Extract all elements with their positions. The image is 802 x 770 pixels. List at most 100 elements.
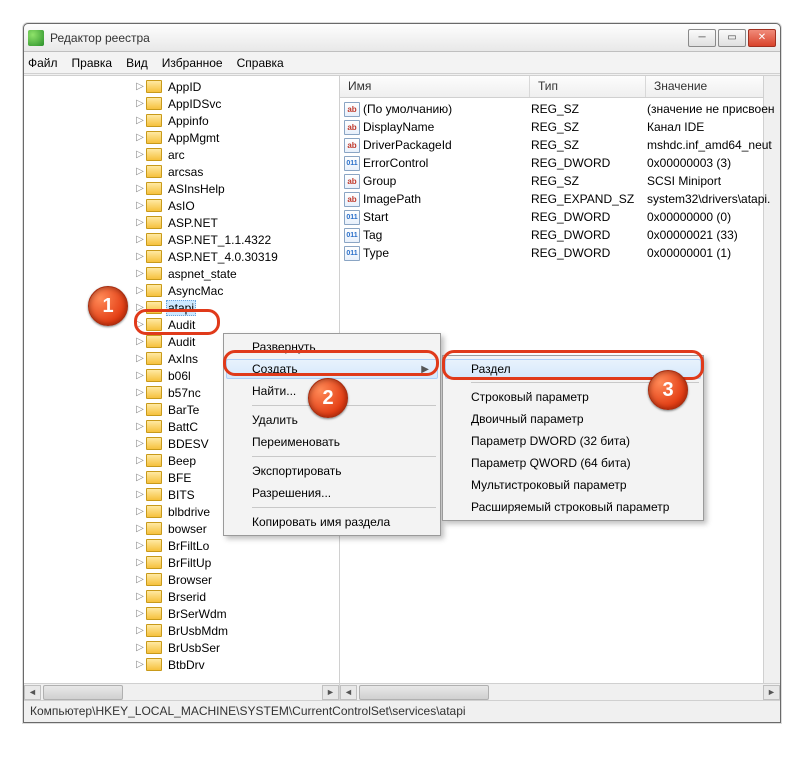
ctx-export[interactable]: Экспортировать [226, 460, 438, 482]
list-row[interactable]: 011StartREG_DWORD0x00000000 (0) [340, 208, 780, 226]
expand-icon[interactable]: ▷ [134, 132, 146, 143]
expand-icon[interactable]: ▷ [134, 183, 146, 194]
tree-item[interactable]: ▷AsIO [26, 197, 339, 214]
tree-item[interactable]: ▷atapi [26, 299, 339, 316]
expand-icon[interactable]: ▷ [134, 625, 146, 636]
tree-item[interactable]: ▷AsyncMac [26, 282, 339, 299]
expand-icon[interactable]: ▷ [134, 608, 146, 619]
list-row[interactable]: ab(По умолчанию)REG_SZ(значение не присв… [340, 100, 780, 118]
tree-item[interactable]: ▷ASInsHelp [26, 180, 339, 197]
expand-icon[interactable]: ▷ [134, 472, 146, 483]
expand-icon[interactable]: ▷ [134, 81, 146, 92]
tree-item[interactable]: ▷AppID [26, 78, 339, 95]
menu-file[interactable]: Файл [28, 56, 58, 70]
column-value[interactable]: Значение [646, 76, 780, 97]
tree-item[interactable]: ▷ASP.NET_4.0.30319 [26, 248, 339, 265]
menu-favorites[interactable]: Избранное [162, 56, 223, 70]
tree-item[interactable]: ▷ASP.NET_1.1.4322 [26, 231, 339, 248]
ctx-copy-key-name[interactable]: Копировать имя раздела [226, 511, 438, 533]
expand-icon[interactable]: ▷ [134, 557, 146, 568]
expand-icon[interactable]: ▷ [134, 166, 146, 177]
scroll-right-icon[interactable]: ► [322, 685, 339, 700]
list-row[interactable]: 011ErrorControlREG_DWORD0x00000003 (3) [340, 154, 780, 172]
tree-item[interactable]: ▷Appinfo [26, 112, 339, 129]
tree-item[interactable]: ▷BrFiltUp [26, 554, 339, 571]
column-name[interactable]: Имя [340, 76, 530, 97]
list-row[interactable]: abDisplayNameREG_SZКанал IDE [340, 118, 780, 136]
scroll-thumb[interactable] [43, 685, 123, 700]
expand-icon[interactable]: ▷ [134, 574, 146, 585]
scroll-left-icon[interactable]: ◄ [340, 685, 357, 700]
expand-icon[interactable]: ▷ [134, 489, 146, 500]
expand-icon[interactable]: ▷ [134, 336, 146, 347]
expand-icon[interactable]: ▷ [134, 540, 146, 551]
ctx-create[interactable]: Создать▶ [226, 359, 438, 379]
expand-icon[interactable]: ▷ [134, 115, 146, 126]
expand-icon[interactable]: ▷ [134, 455, 146, 466]
maximize-button[interactable]: ▭ [718, 29, 746, 47]
column-type[interactable]: Тип [530, 76, 646, 97]
menu-view[interactable]: Вид [126, 56, 148, 70]
expand-icon[interactable]: ▷ [134, 251, 146, 262]
tree-item[interactable]: ▷arc [26, 146, 339, 163]
tree-item[interactable]: ▷AppMgmt [26, 129, 339, 146]
expand-icon[interactable]: ▷ [134, 404, 146, 415]
expand-icon[interactable]: ▷ [134, 591, 146, 602]
expand-icon[interactable]: ▷ [134, 200, 146, 211]
expand-icon[interactable]: ▷ [134, 523, 146, 534]
submenu-expand-string[interactable]: Расширяемый строковый параметр [445, 496, 701, 518]
tree-item[interactable]: ▷Audit [26, 316, 339, 333]
submenu-multi-string[interactable]: Мультистроковый параметр [445, 474, 701, 496]
list-row[interactable]: abDriverPackageIdREG_SZmshdc.inf_amd64_n… [340, 136, 780, 154]
expand-icon[interactable]: ▷ [134, 438, 146, 449]
tree-item[interactable]: ▷BrFiltLo [26, 537, 339, 554]
expand-icon[interactable]: ▷ [134, 659, 146, 670]
tree-item[interactable]: ▷aspnet_state [26, 265, 339, 282]
scroll-right-icon[interactable]: ► [763, 685, 780, 700]
expand-icon[interactable]: ▷ [134, 217, 146, 228]
menu-edit[interactable]: Правка [72, 56, 113, 70]
tree-item[interactable]: ▷Brserid [26, 588, 339, 605]
tree-item[interactable]: ▷BrSerWdm [26, 605, 339, 622]
expand-icon[interactable]: ▷ [134, 302, 146, 313]
list-row[interactable]: 011TagREG_DWORD0x00000021 (33) [340, 226, 780, 244]
tree-item[interactable]: ▷AppIDSvc [26, 95, 339, 112]
minimize-button[interactable]: ─ [688, 29, 716, 47]
submenu-dword[interactable]: Параметр DWORD (32 бита) [445, 430, 701, 452]
expand-icon[interactable]: ▷ [134, 421, 146, 432]
ctx-rename[interactable]: Переименовать [226, 431, 438, 453]
ctx-expand[interactable]: Развернуть [226, 336, 438, 358]
tree-horizontal-scrollbar[interactable]: ◄ ► [24, 683, 339, 700]
list-header[interactable]: Имя Тип Значение [340, 76, 780, 98]
tree-item[interactable]: ▷ASP.NET [26, 214, 339, 231]
list-row[interactable]: abImagePathREG_EXPAND_SZsystem32\drivers… [340, 190, 780, 208]
tree-item[interactable]: ▷arcsas [26, 163, 339, 180]
menu-help[interactable]: Справка [237, 56, 284, 70]
titlebar[interactable]: Редактор реестра ─ ▭ ✕ [24, 24, 780, 52]
list-row[interactable]: 011TypeREG_DWORD0x00000001 (1) [340, 244, 780, 262]
expand-icon[interactable]: ▷ [134, 285, 146, 296]
expand-icon[interactable]: ▷ [134, 353, 146, 364]
tree-item[interactable]: ▷BrUsbMdm [26, 622, 339, 639]
expand-icon[interactable]: ▷ [134, 370, 146, 381]
expand-icon[interactable]: ▷ [134, 387, 146, 398]
submenu-binary[interactable]: Двоичный параметр [445, 408, 701, 430]
expand-icon[interactable]: ▷ [134, 234, 146, 245]
tree-item[interactable]: ▷Browser [26, 571, 339, 588]
expand-icon[interactable]: ▷ [134, 98, 146, 109]
list-horizontal-scrollbar[interactable]: ◄ ► [340, 683, 780, 700]
scroll-left-icon[interactable]: ◄ [24, 685, 41, 700]
expand-icon[interactable]: ▷ [134, 268, 146, 279]
scroll-thumb[interactable] [359, 685, 489, 700]
expand-icon[interactable]: ▷ [134, 642, 146, 653]
list-row[interactable]: abGroupREG_SZSCSI Miniport [340, 172, 780, 190]
submenu-qword[interactable]: Параметр QWORD (64 бита) [445, 452, 701, 474]
close-button[interactable]: ✕ [748, 29, 776, 47]
expand-icon[interactable]: ▷ [134, 319, 146, 330]
expand-icon[interactable]: ▷ [134, 506, 146, 517]
ctx-permissions[interactable]: Разрешения... [226, 482, 438, 504]
expand-icon[interactable]: ▷ [134, 149, 146, 160]
string-value-icon: ab [344, 138, 360, 153]
tree-item[interactable]: ▷BrUsbSer [26, 639, 339, 656]
tree-item[interactable]: ▷BtbDrv [26, 656, 339, 673]
